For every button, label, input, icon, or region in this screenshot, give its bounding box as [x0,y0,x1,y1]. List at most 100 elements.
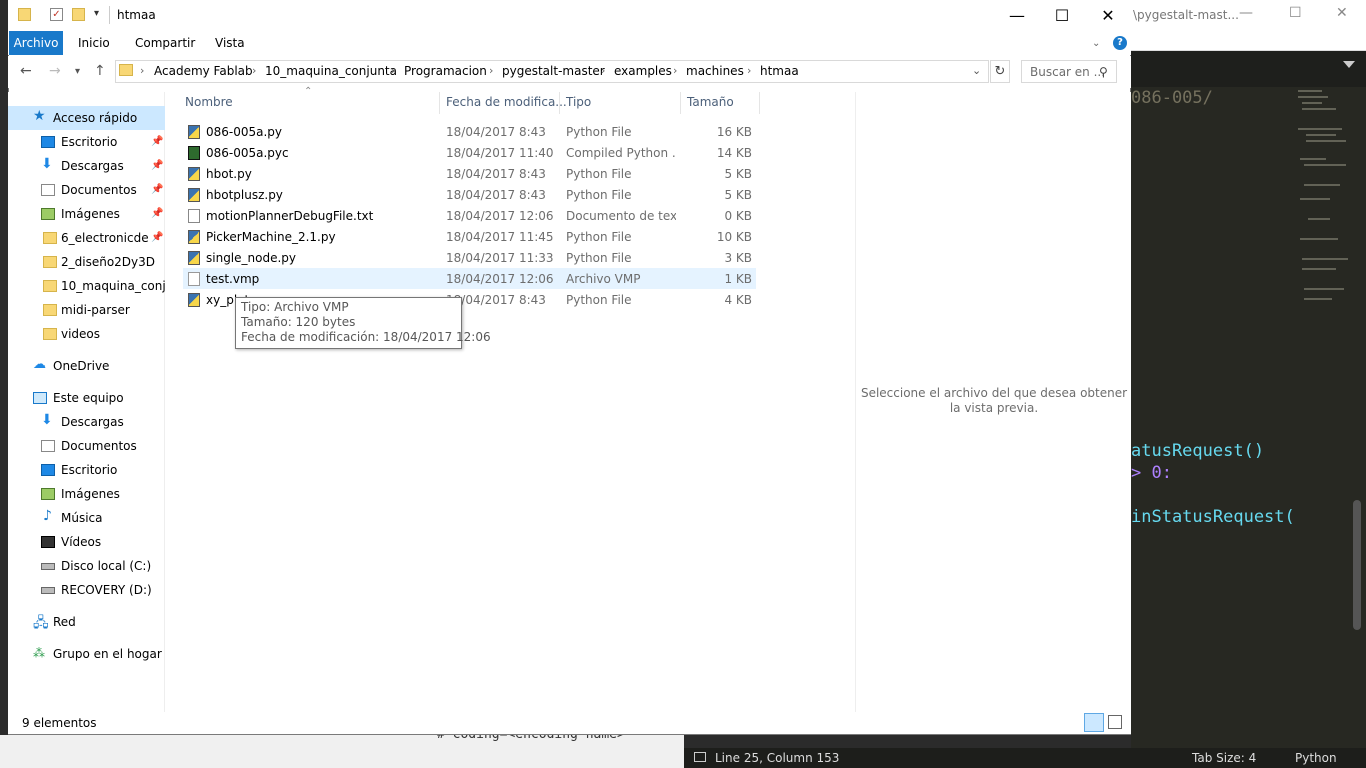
drive-icon [41,563,55,570]
compiled-python-icon [188,146,200,160]
table-row[interactable]: 086-005a.pyc 18/04/2017 11:40 Compiled P… [183,142,756,163]
table-row[interactable]: 086-005a.py 18/04/2017 8:43 Python File … [183,121,756,142]
table-row[interactable]: motionPlannerDebugFile.txt 18/04/2017 12… [183,205,756,226]
tab-size-selector[interactable]: Tab Size: 4 [1192,751,1256,765]
table-row[interactable]: single_node.py 18/04/2017 11:33 Python F… [183,247,756,268]
sidebar-item-label: Grupo en el hogar [53,647,162,661]
sidebar-item-documentos[interactable]: Documentos [8,434,165,458]
breadcrumb-separator-icon[interactable]: › [140,64,144,77]
music-icon: ♪ [43,508,52,524]
syntax-selector[interactable]: Python [1295,751,1337,765]
details-view-icon[interactable] [1084,713,1104,732]
sidebar-item-folder[interactable]: 6_electronicdesig 📌 [8,226,165,250]
properties-icon[interactable]: ✓ [50,8,63,21]
column-header-name[interactable]: Nombre [185,95,233,109]
sidebar-item-folder[interactable]: 2_diseño2Dy3D [8,250,165,274]
breadcrumb-separator-icon[interactable]: › [673,64,677,77]
sidebar-item-escritorio[interactable]: Escritorio [8,458,165,482]
table-row[interactable]: test.vmp 18/04/2017 12:06 Archivo VMP 1 … [183,268,756,289]
editor-close-icon[interactable]: ✕ [1336,5,1348,21]
sidebar-item-este-equipo[interactable]: Este equipo [8,386,165,410]
close-icon[interactable]: ✕ [1085,6,1131,25]
editor-scrollbar[interactable] [1353,500,1361,630]
breadcrumb-separator-icon[interactable]: › [747,64,751,77]
up-arrow-icon[interactable]: ↑ [94,63,106,79]
tab-compartir[interactable]: Compartir [135,36,195,50]
panel-toggle-icon[interactable] [694,752,706,762]
breadcrumb-separator-icon[interactable]: › [489,64,493,77]
file-name: PickerMachine_2.1.py [206,230,336,244]
file-size: 5 KB [724,188,752,202]
address-folder-icon [119,64,133,76]
recent-locations-chevron-icon[interactable]: ▾ [75,66,80,77]
search-icon[interactable]: ⚲ [1099,65,1108,79]
tab-list-arrow-icon[interactable] [1343,61,1355,68]
sidebar-item-imagenes[interactable]: Imágenes 📌 [8,202,165,226]
help-icon[interactable]: ? [1113,36,1127,50]
file-date: 18/04/2017 11:45 [446,230,554,244]
refresh-icon[interactable]: ↻ [990,60,1010,83]
sidebar-item-grupo-hogar[interactable]: ⁂ Grupo en el hogar [8,642,165,666]
column-divider[interactable] [680,92,681,114]
sidebar-item-descargas[interactable]: ⬇ Descargas 📌 [8,154,165,178]
table-row[interactable]: hbotplusz.py 18/04/2017 8:43 Python File… [183,184,756,205]
sidebar-item-descargas[interactable]: ⬇ Descargas [8,410,165,434]
desktop-icon [41,464,55,476]
sidebar-item-videos[interactable]: Vídeos [8,530,165,554]
sidebar-item-disco-local[interactable]: Disco local (C:) [8,554,165,578]
breadcrumb-separator-icon[interactable]: › [391,64,395,77]
tab-inicio[interactable]: Inicio [78,36,110,50]
sidebar-item-escritorio[interactable]: Escritorio 📌 [8,130,165,154]
breadcrumb-separator-icon[interactable]: › [252,64,256,77]
table-row[interactable]: hbot.py 18/04/2017 8:43 Python File 5 KB [183,163,756,184]
tab-vista[interactable]: Vista [215,36,245,50]
column-divider[interactable] [439,92,440,114]
expand-ribbon-chevron-icon[interactable]: ⌄ [1092,38,1100,49]
address-dropdown-icon[interactable]: ⌄ [972,64,981,77]
sidebar-item-label: 10_maquina_conjur [61,279,165,293]
large-icons-view-icon[interactable] [1108,715,1122,729]
breadcrumb-item[interactable]: pygestalt-master [502,64,605,78]
column-header-type[interactable]: Tipo [566,95,591,109]
file-type: Python File [566,293,632,307]
sidebar-item-red[interactable]: 🖧 Red [8,610,165,634]
minimize-icon[interactable]: — [994,6,1040,25]
pictures-icon [41,208,55,220]
column-header-date[interactable]: Fecha de modifica... [446,95,567,109]
sidebar-item-acceso-rapido[interactable]: ★ Acceso rápido [8,106,165,130]
breadcrumb-item[interactable]: machines [686,64,744,78]
breadcrumb-item[interactable]: Programacion [404,64,487,78]
breadcrumb-item-current[interactable]: htmaa [760,64,799,78]
column-header-size[interactable]: Tamaño [687,95,734,109]
tooltip-type: Tipo: Archivo VMP [241,300,349,314]
tab-archivo[interactable]: Archivo [9,31,63,55]
sidebar-item-folder[interactable]: videos [8,322,165,346]
table-row[interactable]: PickerMachine_2.1.py 18/04/2017 11:45 Py… [183,226,756,247]
breadcrumb-item[interactable]: examples [614,64,672,78]
sidebar-item-folder[interactable]: 10_maquina_conjur [8,274,165,298]
window-titlebar[interactable] [8,0,1131,31]
sidebar-item-imagenes[interactable]: Imágenes [8,482,165,506]
new-folder-icon[interactable] [72,8,85,21]
back-arrow-icon[interactable]: ← [20,63,32,79]
maximize-icon[interactable]: ☐ [1039,6,1085,25]
column-divider[interactable] [559,92,560,114]
breadcrumb-separator-icon[interactable]: › [601,64,605,77]
editor-maximize-icon[interactable]: ☐ [1289,5,1302,21]
editor-minimap[interactable] [1296,88,1350,308]
file-name: 086-005a.py [206,125,283,139]
sidebar-item-recovery[interactable]: RECOVERY (D:) [8,578,165,602]
forward-arrow-icon[interactable]: → [49,63,61,79]
sidebar-item-musica[interactable]: ♪ Música [8,506,165,530]
sidebar-item-folder[interactable]: midi-parser [8,298,165,322]
editor-minimize-icon[interactable]: — [1239,5,1253,21]
breadcrumb-item[interactable]: Academy Fablab [154,64,253,78]
customize-toolbar-chevron-icon[interactable]: ▾ [94,8,99,19]
documents-icon [41,184,55,196]
column-divider[interactable] [759,92,760,114]
sidebar-item-documentos[interactable]: Documentos 📌 [8,178,165,202]
breadcrumb-item[interactable]: 10_maquina_conjunta [265,64,397,78]
sidebar-item-onedrive[interactable]: ☁ OneDrive [8,354,165,378]
sidebar-item-label: Disco local (C:) [61,559,152,573]
file-size: 16 KB [716,125,752,139]
